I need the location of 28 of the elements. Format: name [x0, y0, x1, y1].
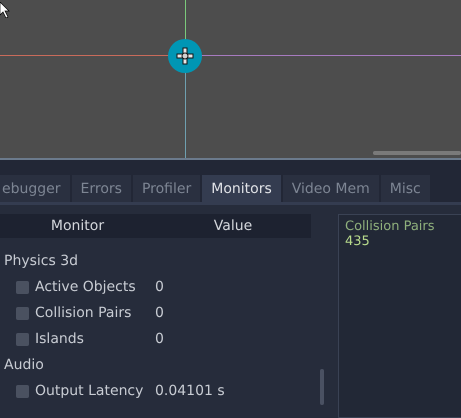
- checkbox[interactable]: [16, 306, 29, 320]
- monitor-value: 0: [155, 279, 164, 295]
- group-label[interactable]: Audio: [0, 357, 44, 373]
- column-header: Monitor: [50, 218, 106, 234]
- tab[interactable]: Video Mem: [282, 175, 379, 202]
- group-label[interactable]: Physics 3d: [0, 253, 78, 269]
- tab[interactable]: Errors: [72, 175, 131, 202]
- monitor-value: 0: [155, 331, 164, 347]
- monitor-name: Output Latency: [35, 383, 144, 399]
- scrollbar[interactable]: [373, 151, 461, 155]
- monitor-name: Islands: [35, 331, 85, 347]
- graph-title: Collision Pairs: [345, 219, 436, 234]
- tab[interactable]: ebugger: [0, 175, 70, 202]
- node-handle-icon[interactable]: [167, 38, 203, 74]
- checkbox[interactable]: [16, 384, 29, 398]
- scrollbar[interactable]: [320, 369, 324, 405]
- tab[interactable]: Monitors: [202, 175, 281, 202]
- column-header: Value: [212, 218, 254, 234]
- checkbox[interactable]: [16, 280, 29, 294]
- monitor-value: 0: [155, 305, 164, 321]
- tab[interactable]: Misc: [380, 175, 430, 202]
- monitor-value: 0.04101 s: [155, 383, 225, 399]
- graph-value: 435: [345, 234, 371, 249]
- cursor-icon: [0, 2, 10, 18]
- monitor-name: Active Objects: [35, 279, 137, 295]
- monitor-name: Collision Pairs: [35, 305, 132, 321]
- tab[interactable]: Profiler: [132, 175, 200, 202]
- checkbox[interactable]: [16, 332, 29, 346]
